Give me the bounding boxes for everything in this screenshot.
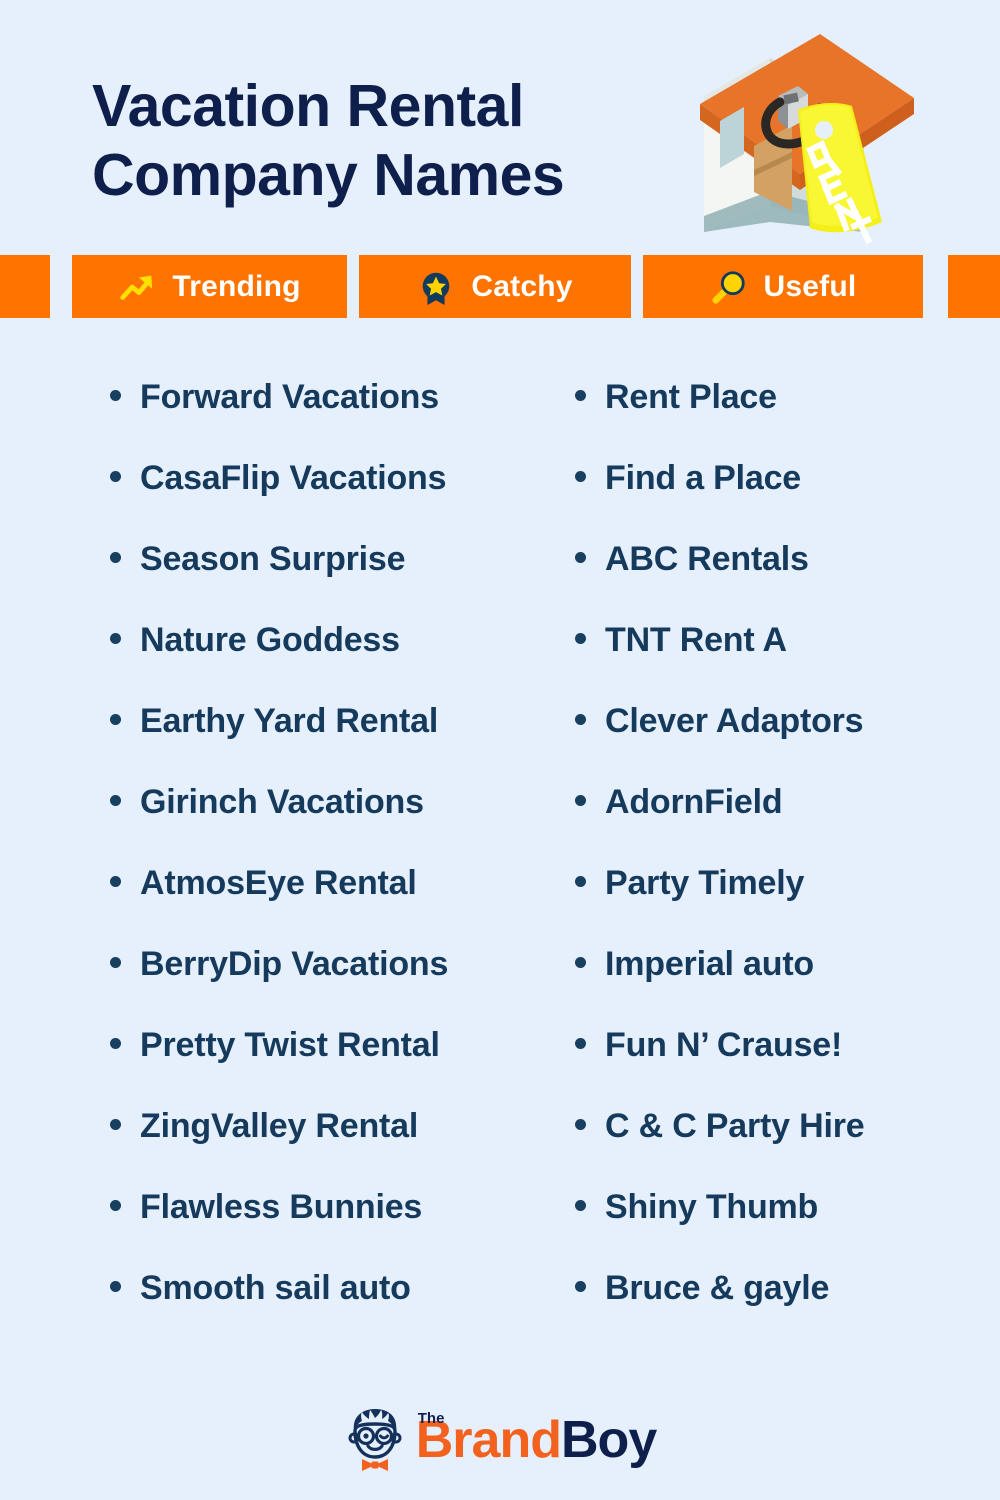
list-column-left: Forward Vacations CasaFlip Vacations Seaso…: [100, 380, 560, 1352]
page-title-line-1: Vacation Rental: [92, 73, 524, 139]
list-item: BerryDip Vacations: [100, 947, 560, 1028]
list-item-label: Earthy Yard Rental: [140, 702, 439, 740]
list-item-label: TNT Rent A: [605, 621, 787, 659]
list-item: Find a Place: [565, 461, 985, 542]
bullet-icon: [565, 957, 605, 968]
list-item: Rent Place: [565, 380, 985, 461]
badge-bar: Trending Catchy Useful: [0, 255, 1000, 318]
trending-up-icon: [120, 275, 153, 300]
bullet-icon: [565, 714, 605, 725]
bullet-icon: [565, 1038, 605, 1049]
badge-catchy[interactable]: Catchy: [359, 255, 631, 318]
list-item: Bruce & gayle: [565, 1271, 985, 1352]
list-item: AdornField: [565, 785, 985, 866]
list-item-label: Party Timely: [605, 864, 805, 902]
list-item: Clever Adaptors: [565, 704, 985, 785]
logo-boy-text: Boy: [561, 1410, 657, 1469]
list-item: C & C Party Hire: [565, 1109, 985, 1190]
bullet-icon: [565, 633, 605, 644]
bullet-icon: [100, 390, 140, 401]
bullet-icon: [565, 552, 605, 563]
list-item: Nature Goddess: [100, 623, 560, 704]
bullet-icon: [100, 1281, 140, 1292]
bullet-icon: [565, 876, 605, 887]
list-item-label: Bruce & gayle: [605, 1269, 830, 1307]
badge-useful[interactable]: Useful: [643, 255, 923, 318]
award-star-icon: [423, 272, 450, 305]
house-with-rent-tag-illustration: [700, 34, 914, 244]
bullet-icon: [100, 714, 140, 725]
bullet-icon: [100, 1119, 140, 1130]
brandboy-mascot-icon: [348, 1408, 402, 1471]
badge-bar-left-stub: [0, 255, 50, 318]
list-item-label: AdornField: [605, 783, 783, 821]
list-item-label: ZingValley Rental: [140, 1107, 419, 1145]
bullet-icon: [100, 633, 140, 644]
list-item-label: CasaFlip Vacations: [140, 459, 447, 497]
list-item-label: Flawless Bunnies: [140, 1188, 423, 1226]
list-item: CasaFlip Vacations: [100, 461, 560, 542]
list-item-label: Nature Goddess: [140, 621, 400, 659]
list-item-label: Find a Place: [605, 459, 802, 497]
bullet-icon: [100, 1200, 140, 1211]
name-lists: Forward Vacations CasaFlip Vacations Seaso…: [0, 380, 1000, 1360]
list-item: TNT Rent A: [565, 623, 985, 704]
bullet-icon: [565, 390, 605, 401]
list-item-label: C & C Party Hire: [605, 1107, 865, 1145]
list-item: Fun N’ Crause!: [565, 1028, 985, 1109]
list-item: AtmosEye Rental: [100, 866, 560, 947]
list-item: Flawless Bunnies: [100, 1190, 560, 1271]
list-item-label: Forward Vacations: [140, 378, 439, 416]
header: Vacation Rental Company Names: [0, 0, 1000, 255]
list-item: Shiny Thumb: [565, 1190, 985, 1271]
bullet-icon: [100, 1038, 140, 1049]
list-item-label: Pretty Twist Rental: [140, 1026, 440, 1064]
list-item-label: AtmosEye Rental: [140, 864, 417, 902]
list-item-label: Season Surprise: [140, 540, 406, 578]
magnifier-icon: [711, 270, 745, 304]
logo-the-text: The: [417, 1409, 445, 1427]
bullet-icon: [565, 1200, 605, 1211]
bullet-icon: [565, 471, 605, 482]
bullet-icon: [565, 1119, 605, 1130]
list-item: Season Surprise: [100, 542, 560, 623]
list-item: Girinch Vacations: [100, 785, 560, 866]
list-item-label: Shiny Thumb: [605, 1188, 819, 1226]
list-item-label: Smooth sail auto: [140, 1269, 411, 1307]
list-item: Party Timely: [565, 866, 985, 947]
badge-bar-right-stub: [948, 255, 1000, 318]
badge-catchy-label: Catchy: [471, 269, 573, 303]
list-item: Forward Vacations: [100, 380, 560, 461]
list-item-label: Fun N’ Crause!: [605, 1026, 843, 1064]
list-item: Earthy Yard Rental: [100, 704, 560, 785]
bullet-icon: [100, 957, 140, 968]
list-item: ZingValley Rental: [100, 1109, 560, 1190]
list-item-label: BerryDip Vacations: [140, 945, 449, 983]
list-item: Pretty Twist Rental: [100, 1028, 560, 1109]
bullet-icon: [100, 876, 140, 887]
bullet-icon: [100, 795, 140, 806]
badge-useful-label: Useful: [763, 269, 857, 303]
page-title-line-2: Company Names: [92, 142, 565, 209]
list-item-label: Imperial auto: [605, 945, 815, 983]
list-column-right: Rent Place Find a Place ABC Rentals TNT Ren…: [565, 380, 985, 1352]
bullet-icon: [565, 1281, 605, 1292]
list-item: Smooth sail auto: [100, 1271, 560, 1352]
bullet-icon: [565, 795, 605, 806]
list-item-label: ABC Rentals: [605, 540, 809, 578]
list-item: Imperial auto: [565, 947, 985, 1028]
list-item-label: Rent Place: [605, 378, 777, 416]
bullet-icon: [100, 552, 140, 563]
badge-trending-label: Trending: [172, 269, 301, 303]
footer-logo[interactable]: The Brand Boy: [0, 1392, 1000, 1487]
list-item-label: Clever Adaptors: [605, 702, 864, 740]
brandboy-wordmark: The Brand Boy: [416, 1409, 658, 1469]
list-item: ABC Rentals: [565, 542, 985, 623]
list-item-label: Girinch Vacations: [140, 783, 424, 821]
badge-trending[interactable]: Trending: [72, 255, 347, 318]
page-title: Vacation Rental Company Names: [92, 72, 692, 210]
bullet-icon: [100, 471, 140, 482]
